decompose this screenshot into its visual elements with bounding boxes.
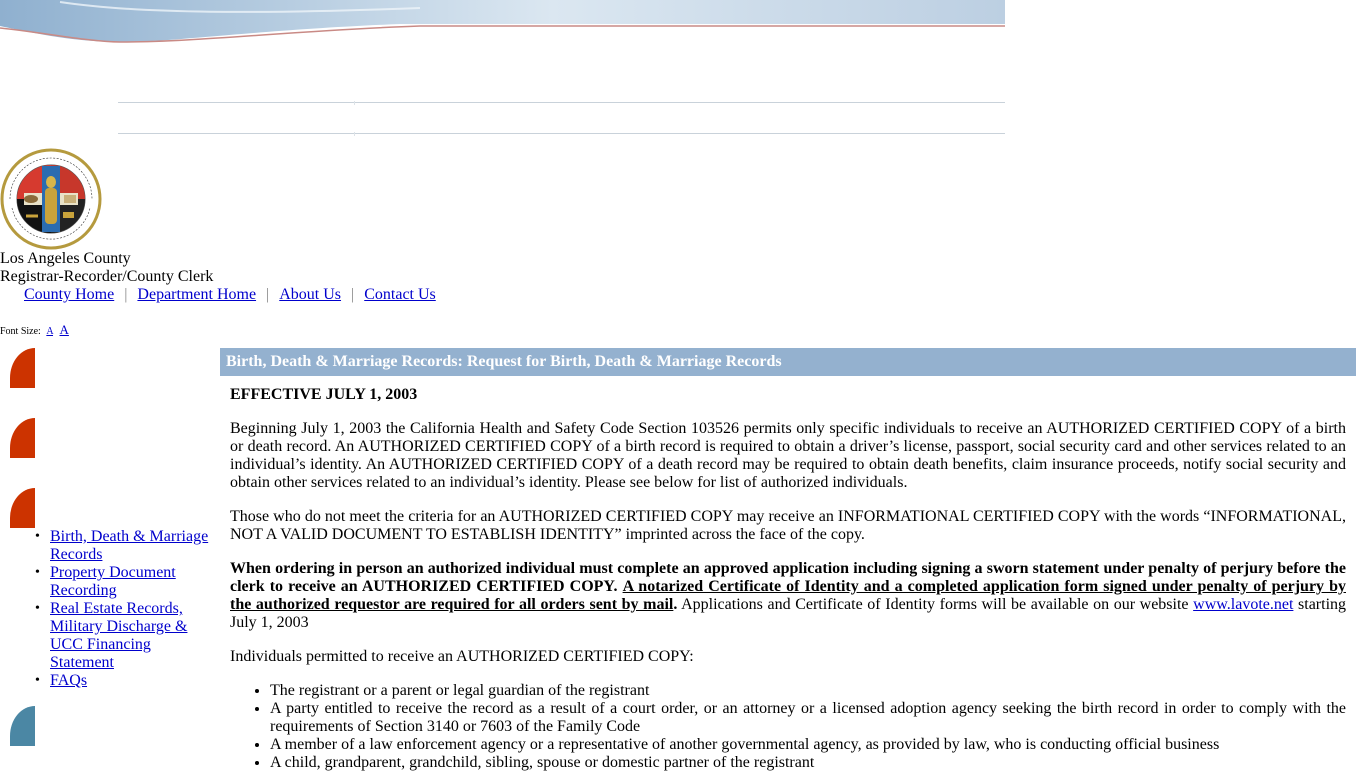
informational-copy-paragraph: Those who do not meet the criteria for a…: [230, 508, 1346, 543]
sidebar-item-property-recording[interactable]: Property Document Recording: [50, 564, 176, 599]
effective-date-heading: EFFECTIVE JULY 1, 2003: [230, 386, 418, 403]
nav-separator: |: [124, 286, 128, 303]
seal-icon: [0, 148, 102, 250]
sidebar-item: FAQs: [35, 672, 215, 690]
sidebar-item: Birth, Death & Marriage Records: [35, 528, 215, 564]
list-item: A child, grandparent, grandchild, siblin…: [270, 754, 1346, 772]
nav-separator: |: [351, 286, 355, 303]
sidebar-tab-icon[interactable]: [10, 348, 35, 388]
list-item: A member of a law enforcement agency or …: [270, 736, 1346, 754]
page-title: Birth, Death & Marriage Records: Request…: [220, 348, 1356, 376]
sidebar-item: Property Document Recording: [35, 564, 215, 600]
header-divider: [118, 133, 1005, 134]
divider-tick: [354, 132, 355, 136]
county-seal-logo[interactable]: [0, 148, 102, 250]
org-county: Los Angeles County: [0, 250, 131, 267]
sidebar-item-birth-death-marriage[interactable]: Birth, Death & Marriage Records: [50, 528, 208, 563]
banner-wave-graphic: [0, 0, 1005, 43]
header-divider: [118, 102, 1005, 103]
nav-contact-us[interactable]: Contact Us: [364, 286, 436, 303]
sidebar-item-real-estate-records[interactable]: Real Estate Records, Military Discharge …: [50, 600, 187, 671]
forms-availability-text: Applications and Certificate of Identity…: [681, 596, 1189, 613]
nav-department-home[interactable]: Department Home: [137, 286, 256, 303]
nav-county-home[interactable]: County Home: [24, 286, 114, 303]
period: .: [673, 596, 678, 613]
sidebar-item: Real Estate Records, Military Discharge …: [35, 600, 215, 672]
main-content: EFFECTIVE JULY 1, 2003 Beginning July 1,…: [230, 386, 1346, 772]
font-size-label: Font Size:: [0, 326, 41, 337]
top-nav: County Home | Department Home | About Us | Con…: [24, 286, 436, 304]
organization-name: Los Angeles County Registrar-Recorder/Co…: [0, 250, 213, 286]
sidebar-tab-icon[interactable]: [10, 706, 35, 746]
font-size-small-button[interactable]: A: [46, 326, 53, 337]
authorized-individuals-list: The registrant or a parent or legal guar…: [230, 682, 1346, 772]
nav-about-us[interactable]: About Us: [279, 286, 341, 303]
list-item: The registrant or a parent or legal guar…: [270, 682, 1346, 700]
nav-separator: |: [266, 286, 270, 303]
list-item: A party entitled to receive the record a…: [270, 700, 1346, 736]
org-department: Registrar-Recorder/County Clerk: [0, 268, 214, 285]
authorized-list-intro: Individuals permitted to receive an AUTH…: [230, 648, 694, 665]
divider-tick: [354, 101, 355, 105]
font-size-large-button[interactable]: A: [60, 322, 69, 337]
sidebar-nav: Birth, Death & Marriage Records Property…: [35, 528, 215, 690]
font-size-control: Font Size: A A: [0, 323, 69, 339]
lavote-link[interactable]: www.lavote.net: [1193, 596, 1293, 613]
intro-paragraph: Beginning July 1, 2003 the California He…: [230, 420, 1346, 491]
sidebar-item-faqs[interactable]: FAQs: [50, 672, 87, 689]
header-banner: [0, 0, 1005, 46]
ordering-paragraph: When ordering in person an authorized in…: [230, 560, 1346, 632]
sidebar-tab-icon[interactable]: [10, 418, 35, 458]
sidebar-tab-icon[interactable]: [10, 488, 35, 528]
